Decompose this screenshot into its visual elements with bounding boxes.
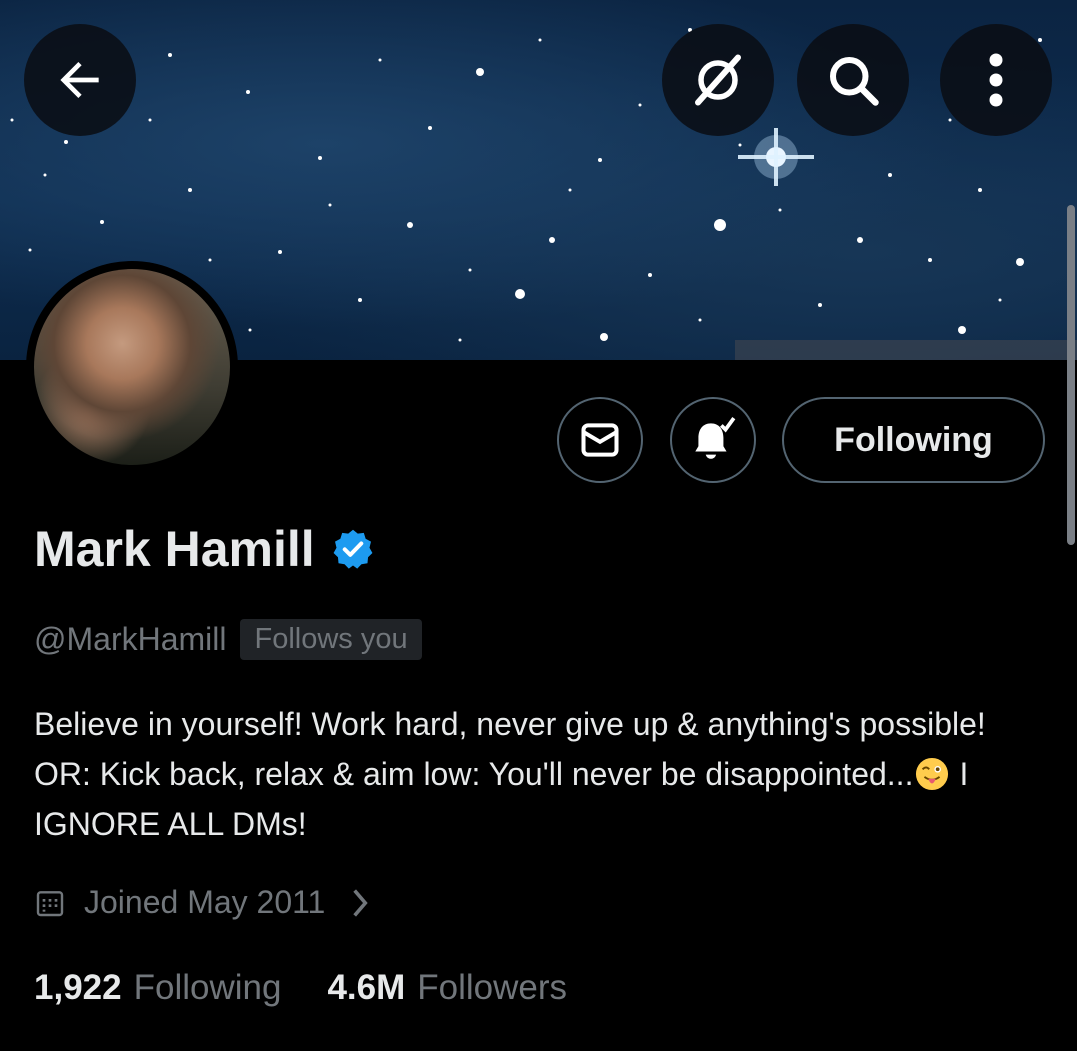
notifications-button[interactable] [670, 397, 756, 483]
following-label: Following [133, 968, 282, 1007]
joined-date: Joined May 2011 [84, 884, 326, 920]
bio: Believe in yourself! Work hard, never gi… [34, 699, 1044, 849]
grok-slash-icon [695, 54, 741, 106]
chevron-right-icon [353, 888, 369, 917]
followers-label: Followers [417, 968, 568, 1007]
search-icon [830, 57, 879, 106]
avatar-photo [34, 269, 230, 465]
bio-text: Believe in yourself! Work hard, never gi… [34, 706, 986, 792]
bright-star [738, 128, 814, 186]
more-vertical-icon [989, 53, 1003, 107]
following-count: 1,922 [34, 968, 122, 1007]
followers-stat[interactable]: 4.6M Followers [327, 968, 567, 1008]
handle: @MarkHamill [34, 621, 227, 657]
avatar[interactable] [26, 261, 238, 473]
handle-row: @MarkHamill Follows you [34, 619, 422, 660]
name-row: Mark Hamill [34, 520, 375, 578]
verified-badge-icon[interactable] [331, 527, 375, 571]
envelope-icon [581, 423, 619, 457]
following-button[interactable]: Following [782, 397, 1045, 483]
follows-you-badge: Follows you [240, 619, 422, 660]
message-button[interactable] [557, 397, 643, 483]
followers-count: 4.6M [327, 968, 406, 1007]
winking-face-with-tongue-icon [916, 757, 949, 791]
back-button[interactable] [24, 24, 136, 136]
joined-row[interactable]: Joined May 2011 [34, 884, 369, 921]
grok-button[interactable] [662, 24, 774, 136]
search-button[interactable] [797, 24, 909, 136]
more-options-button[interactable] [940, 24, 1052, 136]
display-name: Mark Hamill [34, 521, 315, 577]
arrow-left-icon [60, 62, 99, 98]
calendar-icon [36, 890, 64, 916]
stats-row: 1,922 Following 4.6M Followers [34, 968, 567, 1008]
bell-check-icon [695, 417, 736, 459]
following-stat[interactable]: 1,922 Following [34, 968, 281, 1008]
scrollbar[interactable] [1067, 205, 1075, 545]
